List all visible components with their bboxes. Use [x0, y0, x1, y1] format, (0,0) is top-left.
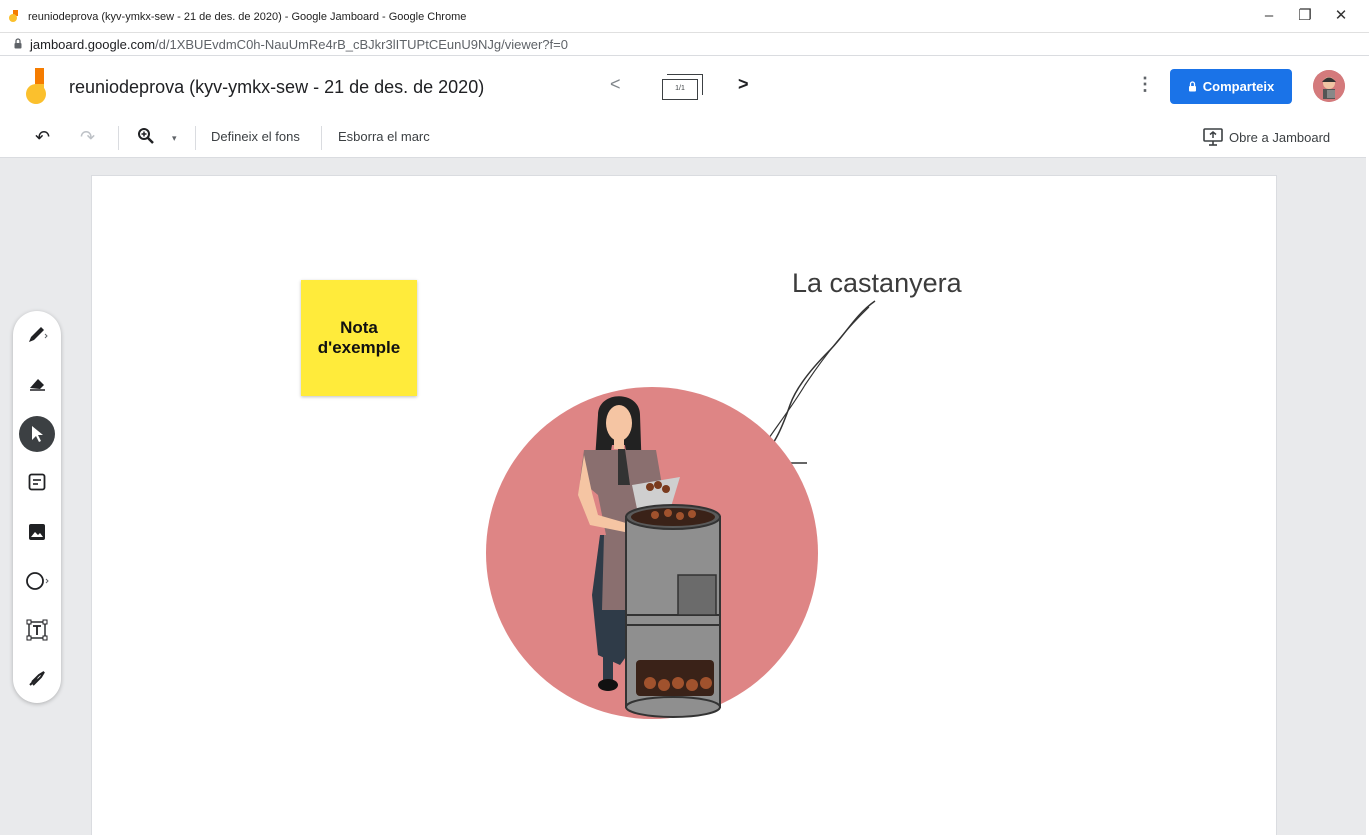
open-in-jamboard-button[interactable]: Obre a Jamboard [1203, 128, 1330, 146]
open-in-jamboard-label: Obre a Jamboard [1229, 129, 1331, 145]
url-text[interactable]: jamboard.google.com/d/1XBUEvdmC0h-NauUmR… [30, 37, 568, 52]
frame-selector[interactable]: 1/1 [659, 72, 705, 102]
share-label: Comparteix [1202, 79, 1275, 94]
window-titlebar: reuniodeprova (kyv-ymkx-sew - 21 de des.… [0, 0, 1369, 32]
toolbar-divider [321, 126, 322, 150]
set-background-button[interactable]: Defineix el fons [211, 129, 300, 144]
zoom-dropdown-icon[interactable]: ▾ [172, 133, 177, 144]
toolbar-divider [195, 126, 196, 150]
avatar-image [1313, 70, 1345, 102]
next-frame-icon[interactable]: > [738, 74, 749, 95]
more-options-icon[interactable]: ⋮ [1136, 74, 1154, 95]
zoom-icon[interactable] [137, 127, 155, 150]
select-icon [32, 426, 43, 442]
redo-icon[interactable]: ↷ [80, 127, 95, 148]
sticky-note-icon [28, 473, 46, 491]
eraser-tool[interactable] [19, 365, 55, 401]
shape-tool[interactable] [19, 563, 55, 599]
frame-indicator: 1/1 [662, 79, 698, 100]
jamboard-favicon-icon [9, 10, 18, 22]
tool-palette [13, 311, 61, 703]
chestnut-seller-illustration[interactable] [480, 385, 825, 730]
window-title: reuniodeprova (kyv-ymkx-sew - 21 de des.… [28, 11, 467, 23]
jamboard-logo-icon [26, 68, 46, 104]
url-host: jamboard.google.com [30, 37, 156, 52]
image-icon [29, 524, 45, 540]
toolbar: ↶ ↷ ▾ Defineix el fons Esborra el marc O… [0, 118, 1369, 158]
share-button[interactable]: Comparteix [1170, 69, 1292, 104]
laser-tool[interactable] [19, 660, 55, 696]
doc-title[interactable]: reuniodeprova (kyv-ymkx-sew - 21 de des.… [69, 77, 484, 98]
text-box-tool[interactable] [19, 612, 55, 648]
toolbar-divider [118, 126, 119, 150]
avatar[interactable] [1313, 70, 1345, 102]
close-icon[interactable]: ✕ [1323, 4, 1359, 28]
sticky-note[interactable]: Nota d'exemple [301, 280, 417, 396]
lock-icon [1188, 81, 1196, 92]
lock-icon [14, 38, 22, 49]
minimize-icon[interactable]: – [1251, 4, 1287, 28]
circle-icon [26, 572, 49, 590]
undo-icon[interactable]: ↶ [35, 127, 50, 148]
app-header: reuniodeprova (kyv-ymkx-sew - 21 de des.… [0, 56, 1369, 118]
address-bar[interactable]: jamboard.google.com/d/1XBUEvdmC0h-NauUmR… [0, 32, 1369, 56]
url-path: /d/1XBUEvdmC0h-NauUmRe4rB_cBJkr3lITUPtCE… [155, 37, 568, 52]
present-icon [1203, 128, 1223, 146]
sticky-note-text: Nota d'exemple [317, 318, 401, 357]
restore-icon[interactable]: ❐ [1287, 4, 1323, 28]
eraser-icon [30, 379, 45, 391]
pen-icon [29, 327, 48, 342]
laser-icon [29, 671, 45, 686]
image-tool[interactable] [19, 514, 55, 550]
select-tool[interactable] [19, 416, 55, 452]
previous-frame-icon[interactable]: < [610, 74, 621, 95]
sticky-note-tool[interactable] [19, 464, 55, 500]
pen-tool[interactable] [19, 316, 55, 352]
text-box-icon [26, 619, 48, 641]
clear-frame-button[interactable]: Esborra el marc [338, 129, 430, 144]
